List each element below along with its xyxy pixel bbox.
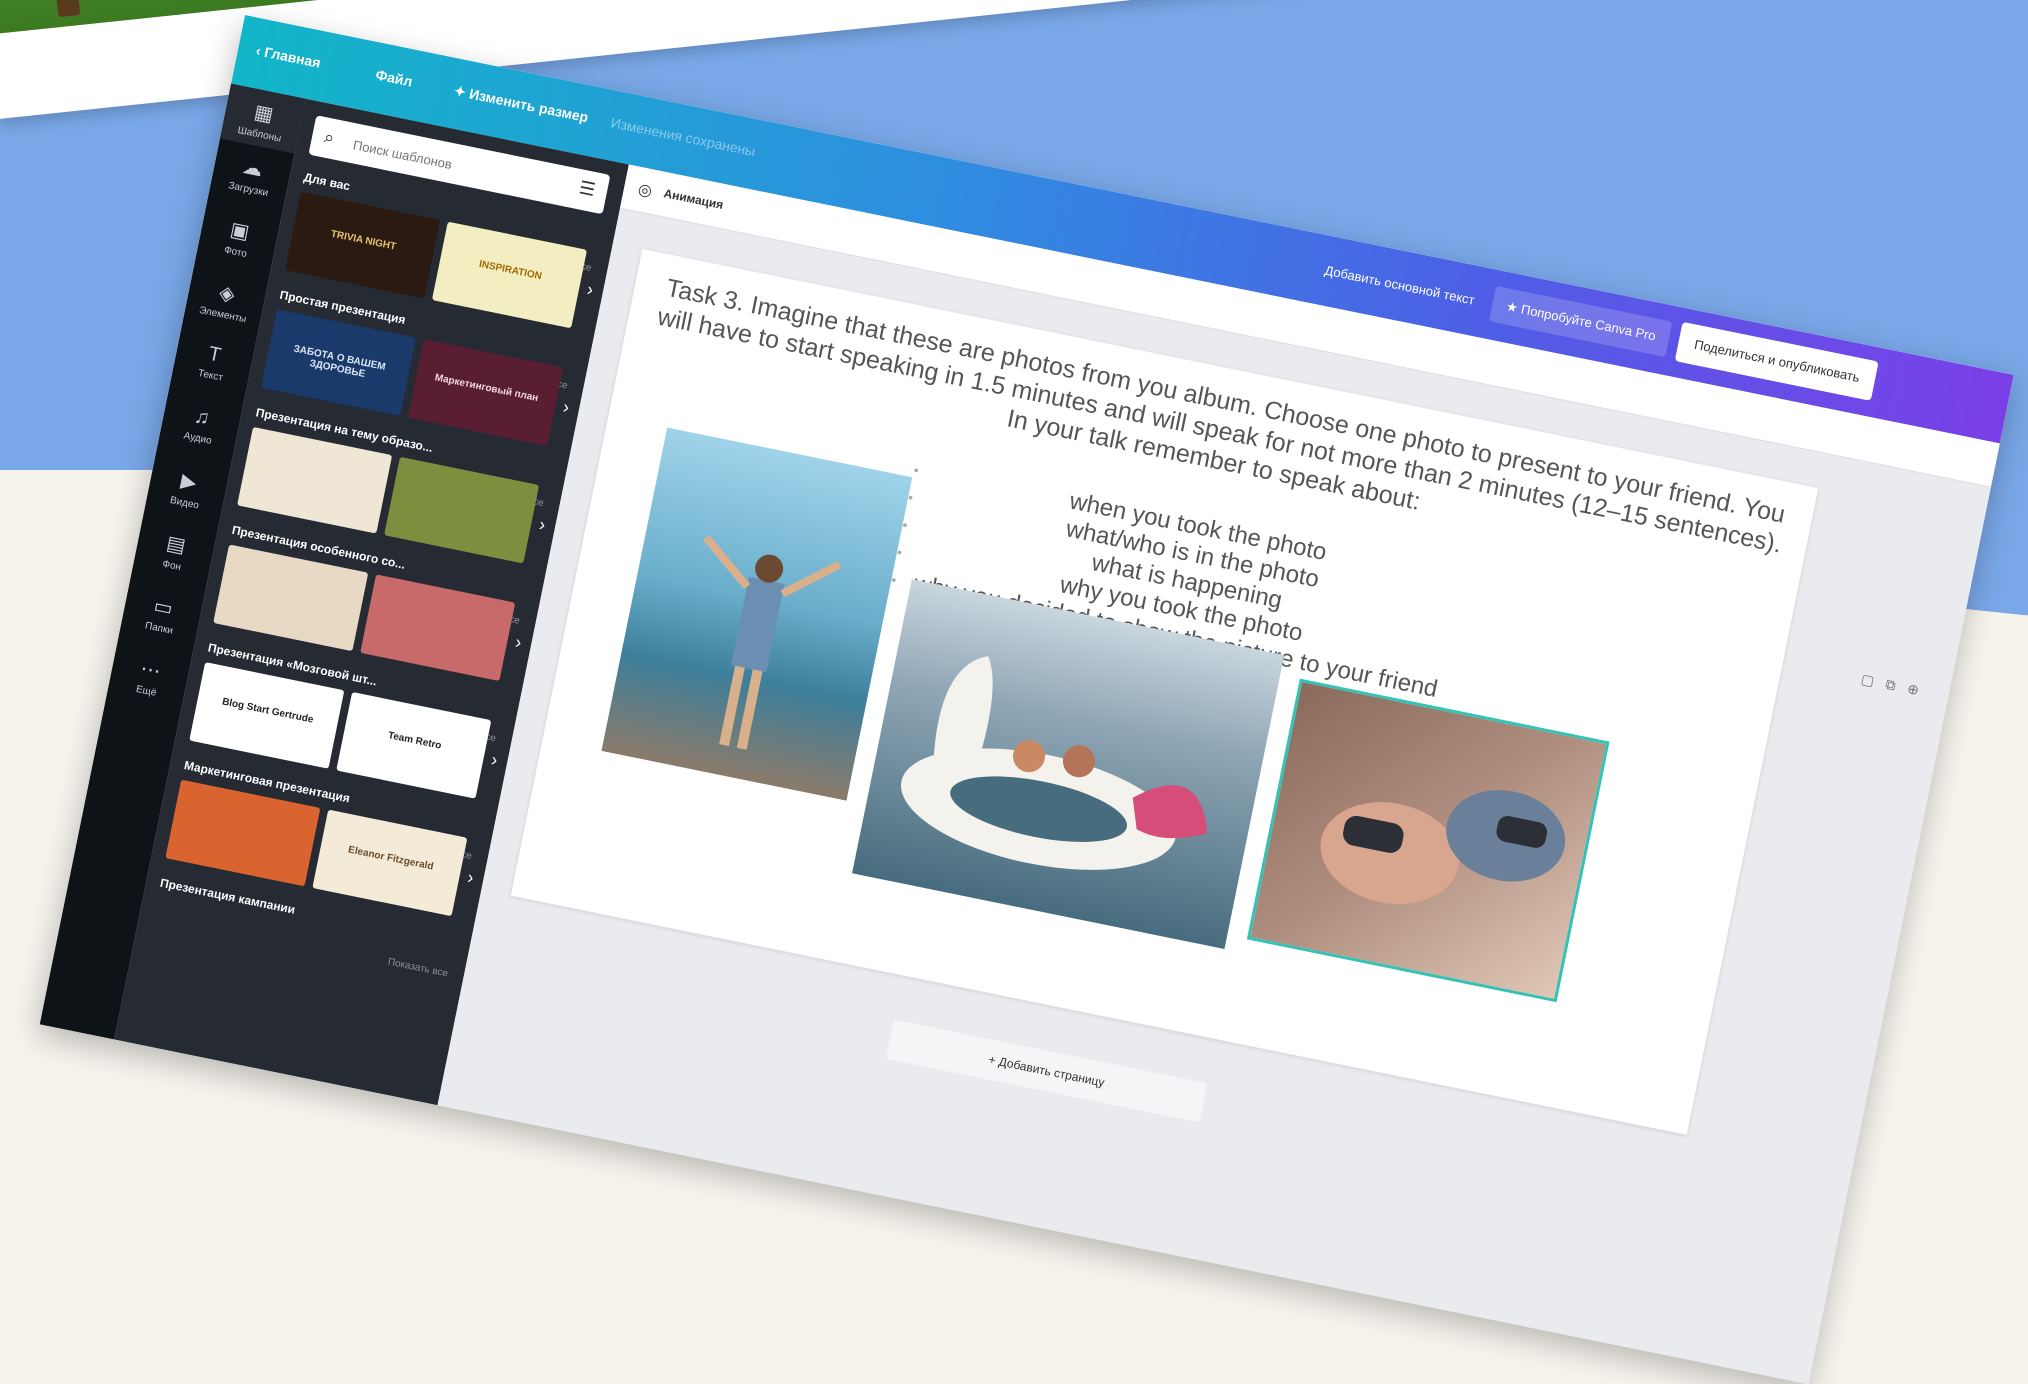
thumb-label: ЗАБОТА О ВАШЕМ ЗДОРОВЬЕ xyxy=(292,343,387,381)
back-label: Главная xyxy=(263,43,323,71)
woman-at-sea-photo[interactable] xyxy=(601,427,913,801)
rail-item-audio[interactable]: ♫ Аудио xyxy=(159,399,241,451)
thumb-label: Маркетинговый план xyxy=(433,372,540,405)
templates-icon: ▦ xyxy=(252,101,276,127)
uploads-icon: ☁ xyxy=(240,155,265,182)
resize-button[interactable]: ✦ Изменить размер xyxy=(452,82,590,126)
saved-status: Изменения сохранены xyxy=(609,114,757,160)
thumb-label: INSPIRATION xyxy=(478,258,543,283)
rail-label: Ещё xyxy=(135,683,158,699)
rail-label: Папки xyxy=(144,620,174,637)
thumb-label: Blog Start Gertrude xyxy=(221,696,315,726)
video-icon: ▶ xyxy=(178,469,199,495)
chevron-right-icon[interactable]: › xyxy=(561,397,571,419)
rail-label: Аудио xyxy=(182,430,213,447)
rail-item-photos[interactable]: ▣ Фото xyxy=(197,211,279,265)
add-page-button[interactable]: + Добавить страницу xyxy=(885,1019,1208,1123)
page-tools: ▢ ⧉ ⊕ xyxy=(1848,668,1921,699)
resize-label: Изменить размер xyxy=(467,85,590,126)
pro-label: Попробуйте Canva Pro xyxy=(1519,301,1658,344)
notes-icon[interactable]: ▢ xyxy=(1860,671,1876,689)
tree-icon xyxy=(52,0,81,18)
animation-icon: ◎ xyxy=(636,181,654,201)
kids-gaming-photo[interactable] xyxy=(1246,678,1610,1003)
filter-icon[interactable]: ☰ xyxy=(577,177,597,201)
add-icon[interactable]: ⊕ xyxy=(1906,680,1921,698)
rail-label: Видео xyxy=(169,494,200,512)
animation-button[interactable]: Анимация xyxy=(663,186,725,212)
audio-icon: ♫ xyxy=(192,405,212,430)
file-menu[interactable]: Файл xyxy=(374,66,414,89)
chevron-right-icon[interactable]: › xyxy=(465,867,476,889)
woman-figure xyxy=(703,534,842,750)
rail-item-uploads[interactable]: ☁ Загрузки xyxy=(210,148,292,202)
show-all-link[interactable]: Показать все xyxy=(387,957,449,980)
rail-item-more[interactable]: ⋯ Ещё xyxy=(108,650,190,704)
rail-item-folder[interactable]: ▭ Папки xyxy=(121,587,203,641)
rail-item-elements[interactable]: ◈ Элементы xyxy=(184,274,266,328)
chevron-right-icon[interactable]: › xyxy=(513,632,524,654)
background-icon: ▤ xyxy=(164,532,188,558)
kids-figures xyxy=(1320,790,1566,905)
thumb-label: Team Retro xyxy=(386,730,443,752)
duplicate-icon[interactable]: ⧉ xyxy=(1884,676,1897,694)
photos-icon: ▣ xyxy=(228,218,252,244)
rail-item-video[interactable]: ▶ Видео xyxy=(146,462,228,516)
back-button[interactable]: ‹ Главная xyxy=(255,42,322,71)
rail-label: Фон xyxy=(161,558,182,574)
rail-label: Фото xyxy=(223,244,248,261)
text-icon: T xyxy=(206,342,223,367)
search-icon: ⌕ xyxy=(322,126,337,149)
chevron-right-icon[interactable]: › xyxy=(537,514,547,536)
chevron-right-icon[interactable]: › xyxy=(489,749,500,771)
thumb-label: Eleanor Fitzgerald xyxy=(347,844,435,873)
rail-item-background[interactable]: ▤ Фон xyxy=(133,525,215,579)
more-icon: ⋯ xyxy=(138,657,163,684)
folder-icon: ▭ xyxy=(151,594,175,621)
rail-label: Текст xyxy=(196,367,224,384)
thumb-label: TRIVIA NIGHT xyxy=(329,228,397,253)
rail-item-text[interactable]: T Текст xyxy=(172,336,254,388)
chevron-right-icon[interactable]: › xyxy=(585,279,595,301)
bullet-dot: • xyxy=(912,461,921,479)
